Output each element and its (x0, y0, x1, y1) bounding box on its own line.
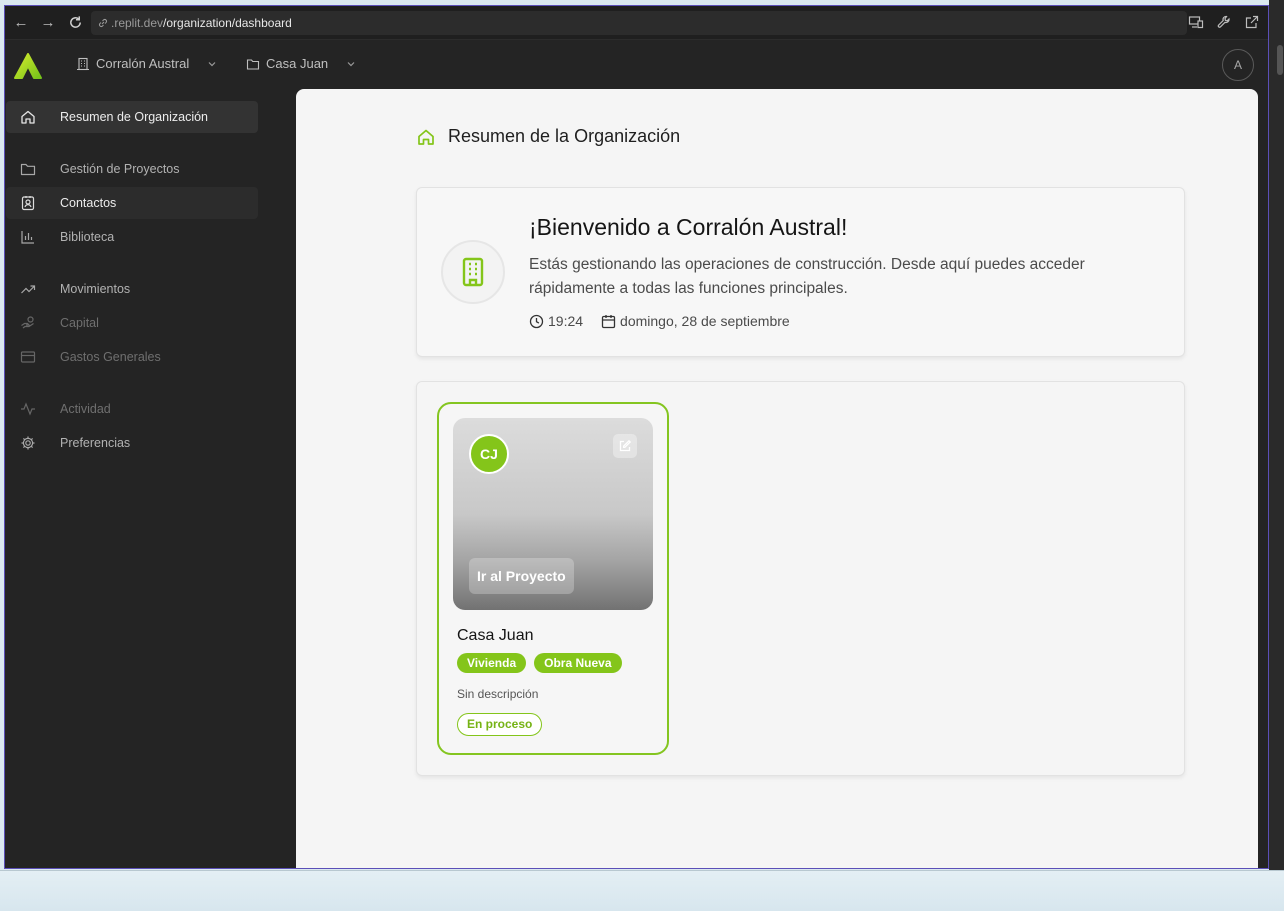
project-initials-avatar: CJ (469, 434, 509, 474)
sidebar-item-label: Preferencias (60, 436, 131, 450)
sidebar-item-gastos[interactable]: Gastos Generales (6, 341, 258, 373)
project-card[interactable]: CJ Ir al Proyecto Casa Juan Vivienda Obr… (437, 402, 669, 755)
card-icon (20, 351, 36, 363)
sidebar-item-label: Movimientos (60, 282, 131, 296)
welcome-description: Estás gestionando las operaciones de con… (529, 256, 1085, 297)
external-link-icon[interactable] (1244, 14, 1260, 30)
sidebar-item-label: Biblioteca (60, 230, 115, 244)
project-name: Casa Juan (457, 627, 534, 644)
go-to-project-button[interactable]: Ir al Proyecto (469, 558, 574, 594)
status-badge: En proceso (457, 713, 543, 736)
reload-icon[interactable] (65, 13, 85, 33)
contact-icon (21, 196, 35, 211)
scrollbar[interactable] (1269, 0, 1284, 870)
clock-icon (529, 314, 544, 328)
sidebar-item-label: Gestión de Proyectos (60, 162, 180, 176)
gear-icon (21, 436, 35, 450)
devices-icon[interactable] (1188, 14, 1204, 30)
sidebar-item-label: Gastos Generales (60, 350, 161, 364)
project-tag: Vivienda (457, 653, 527, 673)
sidebar-item-biblioteca[interactable]: Biblioteca (6, 221, 258, 253)
activity-icon (21, 402, 35, 416)
organization-avatar (441, 240, 505, 304)
building-icon (77, 57, 89, 70)
projects-panel: CJ Ir al Proyecto Casa Juan Vivienda Obr… (416, 381, 1185, 776)
trend-icon (21, 285, 36, 294)
sidebar-item-movimientos[interactable]: Movimientos (6, 273, 258, 305)
sidebar-item-resumen[interactable]: Resumen de Organización (6, 101, 258, 133)
welcome-title: ¡Bienvenido a Corralón Austral! (529, 214, 848, 240)
project-description: Sin descripción (457, 687, 539, 701)
wrench-icon[interactable] (1216, 14, 1232, 30)
welcome-meta: 19:24 domingo, 28 de septiembre (529, 313, 790, 329)
edit-icon[interactable] (613, 434, 637, 458)
link-icon (99, 19, 107, 27)
url-domain: .replit.dev (111, 16, 164, 30)
home-icon (418, 129, 434, 145)
sidebar-item-label: Capital (60, 316, 99, 330)
sidebar-item-label: Resumen de Organización (60, 110, 208, 124)
browser-actions (1188, 14, 1260, 30)
url-path: /organization/dashboard (163, 16, 292, 30)
sidebar-item-contactos[interactable]: Contactos (6, 187, 258, 219)
project-selector[interactable]: Casa Juan (246, 56, 356, 71)
folder-icon (20, 163, 36, 176)
sidebar-item-preferencias[interactable]: Preferencias (6, 427, 258, 459)
sidebar-item-actividad[interactable]: Actividad (6, 393, 258, 425)
home-icon (21, 110, 35, 124)
page-title: Resumen de la Organización (416, 126, 680, 147)
calendar-icon (601, 314, 616, 328)
sidebar-item-label: Actividad (60, 402, 111, 416)
sidebar: Resumen de Organización Gestión de Proye… (5, 89, 296, 868)
sidebar-item-label: Contactos (60, 196, 117, 210)
project-cover: CJ Ir al Proyecto (453, 418, 653, 610)
sidebar-item-capital[interactable]: Capital (6, 307, 258, 339)
current-date: domingo, 28 de septiembre (620, 313, 790, 329)
current-time: 19:24 (548, 313, 584, 329)
app-logo[interactable] (12, 52, 44, 80)
user-avatar[interactable]: A (1222, 49, 1254, 81)
organization-selector[interactable]: Corralón Austral (76, 56, 217, 71)
chevron-down-icon (347, 61, 355, 66)
project-tag: Obra Nueva (534, 653, 622, 673)
welcome-card: ¡Bienvenido a Corralón Austral! Estás ge… (416, 187, 1185, 357)
project-name: Casa Juan (266, 56, 329, 71)
browser-toolbar: ← → .replit.dev/organization/dashboard (5, 6, 1268, 40)
chevron-down-icon (208, 61, 216, 66)
url-field[interactable]: .replit.dev/organization/dashboard (91, 11, 1187, 35)
back-icon[interactable]: ← (11, 13, 31, 33)
project-tags: Vivienda Obra Nueva (457, 653, 622, 673)
chart-icon (21, 231, 34, 244)
hand-coin-icon (21, 316, 34, 329)
main-content: Resumen de la Organización ¡Bienvenido a… (296, 89, 1258, 868)
page-title-text: Resumen de la Organización (448, 126, 681, 146)
organization-name: Corralón Austral (96, 56, 190, 71)
desktop-taskbar (0, 870, 1284, 911)
sidebar-item-proyectos[interactable]: Gestión de Proyectos (6, 153, 258, 185)
folder-icon (246, 58, 260, 70)
browser-window: ← → .replit.dev/organization/dashboard C… (4, 5, 1269, 869)
app-header: Corralón Austral Casa Juan A (5, 41, 1268, 89)
forward-icon[interactable]: → (38, 13, 58, 33)
building-icon (462, 257, 484, 287)
